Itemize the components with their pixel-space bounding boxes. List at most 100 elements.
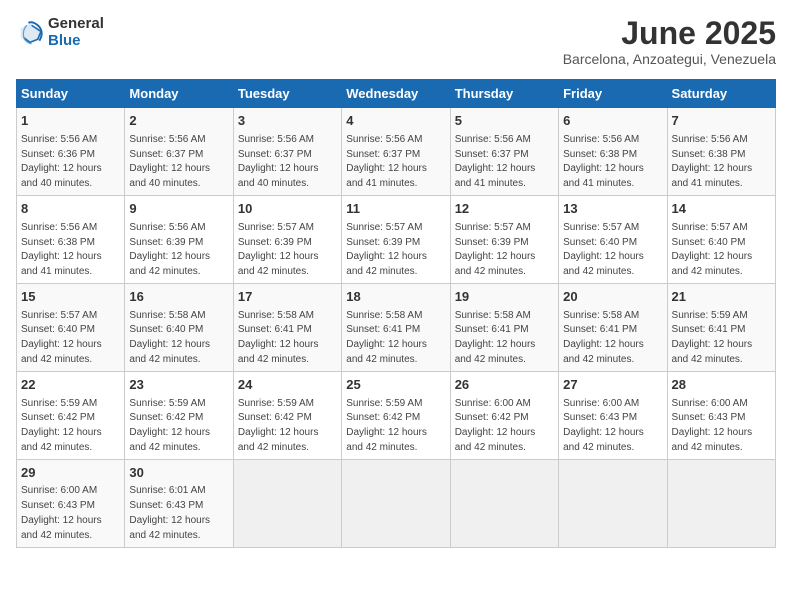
day-cell: 13 Sunrise: 5:57 AM Sunset: 6:40 PM Dayl… — [559, 196, 667, 284]
sunrise-info: Sunrise: 6:00 AM — [455, 398, 531, 409]
daylight-info: Daylight: 12 hours and 41 minutes. — [563, 163, 644, 189]
day-number: 26 — [455, 376, 554, 394]
col-header-monday: Monday — [125, 80, 233, 108]
sunrise-info: Sunrise: 5:59 AM — [21, 398, 97, 409]
daylight-info: Daylight: 12 hours and 42 minutes. — [672, 251, 753, 277]
sunset-info: Sunset: 6:43 PM — [672, 412, 746, 423]
logo-text: General Blue — [48, 16, 104, 49]
day-cell: 1 Sunrise: 5:56 AM Sunset: 6:36 PM Dayli… — [17, 108, 125, 196]
sunrise-info: Sunrise: 5:58 AM — [346, 310, 422, 321]
day-cell: 24 Sunrise: 5:59 AM Sunset: 6:42 PM Dayl… — [233, 371, 341, 459]
sunrise-info: Sunrise: 5:58 AM — [238, 310, 314, 321]
week-row-5: 22 Sunrise: 5:59 AM Sunset: 6:42 PM Dayl… — [17, 371, 776, 459]
logo-icon — [16, 19, 44, 47]
day-cell: 6 Sunrise: 5:56 AM Sunset: 6:38 PM Dayli… — [559, 108, 667, 196]
day-cell: 5 Sunrise: 5:56 AM Sunset: 6:37 PM Dayli… — [450, 108, 558, 196]
day-cell: 7 Sunrise: 5:56 AM Sunset: 6:38 PM Dayli… — [667, 108, 775, 196]
col-header-friday: Friday — [559, 80, 667, 108]
col-header-sunday: Sunday — [17, 80, 125, 108]
calendar-table: SundayMondayTuesdayWednesdayThursdayFrid… — [16, 79, 776, 548]
day-number: 17 — [238, 288, 337, 306]
day-cell: 3 Sunrise: 5:56 AM Sunset: 6:37 PM Dayli… — [233, 108, 341, 196]
daylight-info: Daylight: 12 hours and 40 minutes. — [129, 163, 210, 189]
sunrise-info: Sunrise: 5:59 AM — [346, 398, 422, 409]
day-number: 7 — [672, 112, 771, 130]
daylight-info: Daylight: 12 hours and 40 minutes. — [238, 163, 319, 189]
daylight-info: Daylight: 12 hours and 42 minutes. — [129, 427, 210, 453]
sunrise-info: Sunrise: 5:56 AM — [21, 222, 97, 233]
day-cell — [559, 459, 667, 547]
sunrise-info: Sunrise: 5:58 AM — [129, 310, 205, 321]
sunrise-info: Sunrise: 6:01 AM — [129, 485, 205, 496]
sunset-info: Sunset: 6:42 PM — [238, 412, 312, 423]
day-number: 18 — [346, 288, 445, 306]
daylight-info: Daylight: 12 hours and 42 minutes. — [21, 515, 102, 541]
daylight-info: Daylight: 12 hours and 42 minutes. — [455, 251, 536, 277]
daylight-info: Daylight: 12 hours and 42 minutes. — [563, 339, 644, 365]
sunrise-info: Sunrise: 5:58 AM — [455, 310, 531, 321]
day-cell: 20 Sunrise: 5:58 AM Sunset: 6:41 PM Dayl… — [559, 284, 667, 372]
day-number: 6 — [563, 112, 662, 130]
day-cell: 27 Sunrise: 6:00 AM Sunset: 6:43 PM Dayl… — [559, 371, 667, 459]
sunset-info: Sunset: 6:38 PM — [21, 237, 95, 248]
sunset-info: Sunset: 6:43 PM — [129, 500, 203, 511]
daylight-info: Daylight: 12 hours and 42 minutes. — [238, 427, 319, 453]
calendar-subtitle: Barcelona, Anzoategui, Venezuela — [563, 51, 776, 67]
logo: General Blue — [16, 16, 104, 49]
sunrise-info: Sunrise: 6:00 AM — [672, 398, 748, 409]
day-number: 19 — [455, 288, 554, 306]
daylight-info: Daylight: 12 hours and 41 minutes. — [21, 251, 102, 277]
sunset-info: Sunset: 6:40 PM — [563, 237, 637, 248]
sunset-info: Sunset: 6:40 PM — [21, 324, 95, 335]
daylight-info: Daylight: 12 hours and 42 minutes. — [672, 339, 753, 365]
day-cell: 29 Sunrise: 6:00 AM Sunset: 6:43 PM Dayl… — [17, 459, 125, 547]
day-number: 12 — [455, 200, 554, 218]
day-cell: 25 Sunrise: 5:59 AM Sunset: 6:42 PM Dayl… — [342, 371, 450, 459]
day-number: 22 — [21, 376, 120, 394]
sunrise-info: Sunrise: 6:00 AM — [21, 485, 97, 496]
sunset-info: Sunset: 6:43 PM — [563, 412, 637, 423]
sunset-info: Sunset: 6:40 PM — [672, 237, 746, 248]
sunset-info: Sunset: 6:38 PM — [672, 149, 746, 160]
daylight-info: Daylight: 12 hours and 41 minutes. — [346, 163, 427, 189]
sunset-info: Sunset: 6:43 PM — [21, 500, 95, 511]
day-cell: 28 Sunrise: 6:00 AM Sunset: 6:43 PM Dayl… — [667, 371, 775, 459]
sunrise-info: Sunrise: 5:58 AM — [563, 310, 639, 321]
day-number: 27 — [563, 376, 662, 394]
sunrise-info: Sunrise: 5:56 AM — [672, 134, 748, 145]
day-cell: 22 Sunrise: 5:59 AM Sunset: 6:42 PM Dayl… — [17, 371, 125, 459]
daylight-info: Daylight: 12 hours and 42 minutes. — [129, 515, 210, 541]
day-cell: 8 Sunrise: 5:56 AM Sunset: 6:38 PM Dayli… — [17, 196, 125, 284]
day-number: 30 — [129, 464, 228, 482]
day-number: 8 — [21, 200, 120, 218]
sunset-info: Sunset: 6:41 PM — [563, 324, 637, 335]
week-row-4: 15 Sunrise: 5:57 AM Sunset: 6:40 PM Dayl… — [17, 284, 776, 372]
day-cell: 23 Sunrise: 5:59 AM Sunset: 6:42 PM Dayl… — [125, 371, 233, 459]
day-cell: 18 Sunrise: 5:58 AM Sunset: 6:41 PM Dayl… — [342, 284, 450, 372]
col-header-thursday: Thursday — [450, 80, 558, 108]
sunrise-info: Sunrise: 5:57 AM — [21, 310, 97, 321]
week-row-2: 1 Sunrise: 5:56 AM Sunset: 6:36 PM Dayli… — [17, 108, 776, 196]
day-cell: 26 Sunrise: 6:00 AM Sunset: 6:42 PM Dayl… — [450, 371, 558, 459]
day-number: 16 — [129, 288, 228, 306]
sunset-info: Sunset: 6:37 PM — [455, 149, 529, 160]
daylight-info: Daylight: 12 hours and 42 minutes. — [346, 427, 427, 453]
sunset-info: Sunset: 6:42 PM — [346, 412, 420, 423]
daylight-info: Daylight: 12 hours and 42 minutes. — [455, 427, 536, 453]
sunset-info: Sunset: 6:42 PM — [21, 412, 95, 423]
day-number: 25 — [346, 376, 445, 394]
day-cell: 14 Sunrise: 5:57 AM Sunset: 6:40 PM Dayl… — [667, 196, 775, 284]
daylight-info: Daylight: 12 hours and 42 minutes. — [563, 251, 644, 277]
daylight-info: Daylight: 12 hours and 42 minutes. — [346, 251, 427, 277]
sunset-info: Sunset: 6:39 PM — [129, 237, 203, 248]
day-number: 11 — [346, 200, 445, 218]
sunset-info: Sunset: 6:37 PM — [129, 149, 203, 160]
day-number: 9 — [129, 200, 228, 218]
day-number: 5 — [455, 112, 554, 130]
sunset-info: Sunset: 6:41 PM — [238, 324, 312, 335]
day-number: 4 — [346, 112, 445, 130]
day-cell: 16 Sunrise: 5:58 AM Sunset: 6:40 PM Dayl… — [125, 284, 233, 372]
sunset-info: Sunset: 6:37 PM — [238, 149, 312, 160]
daylight-info: Daylight: 12 hours and 42 minutes. — [238, 251, 319, 277]
sunrise-info: Sunrise: 5:57 AM — [563, 222, 639, 233]
